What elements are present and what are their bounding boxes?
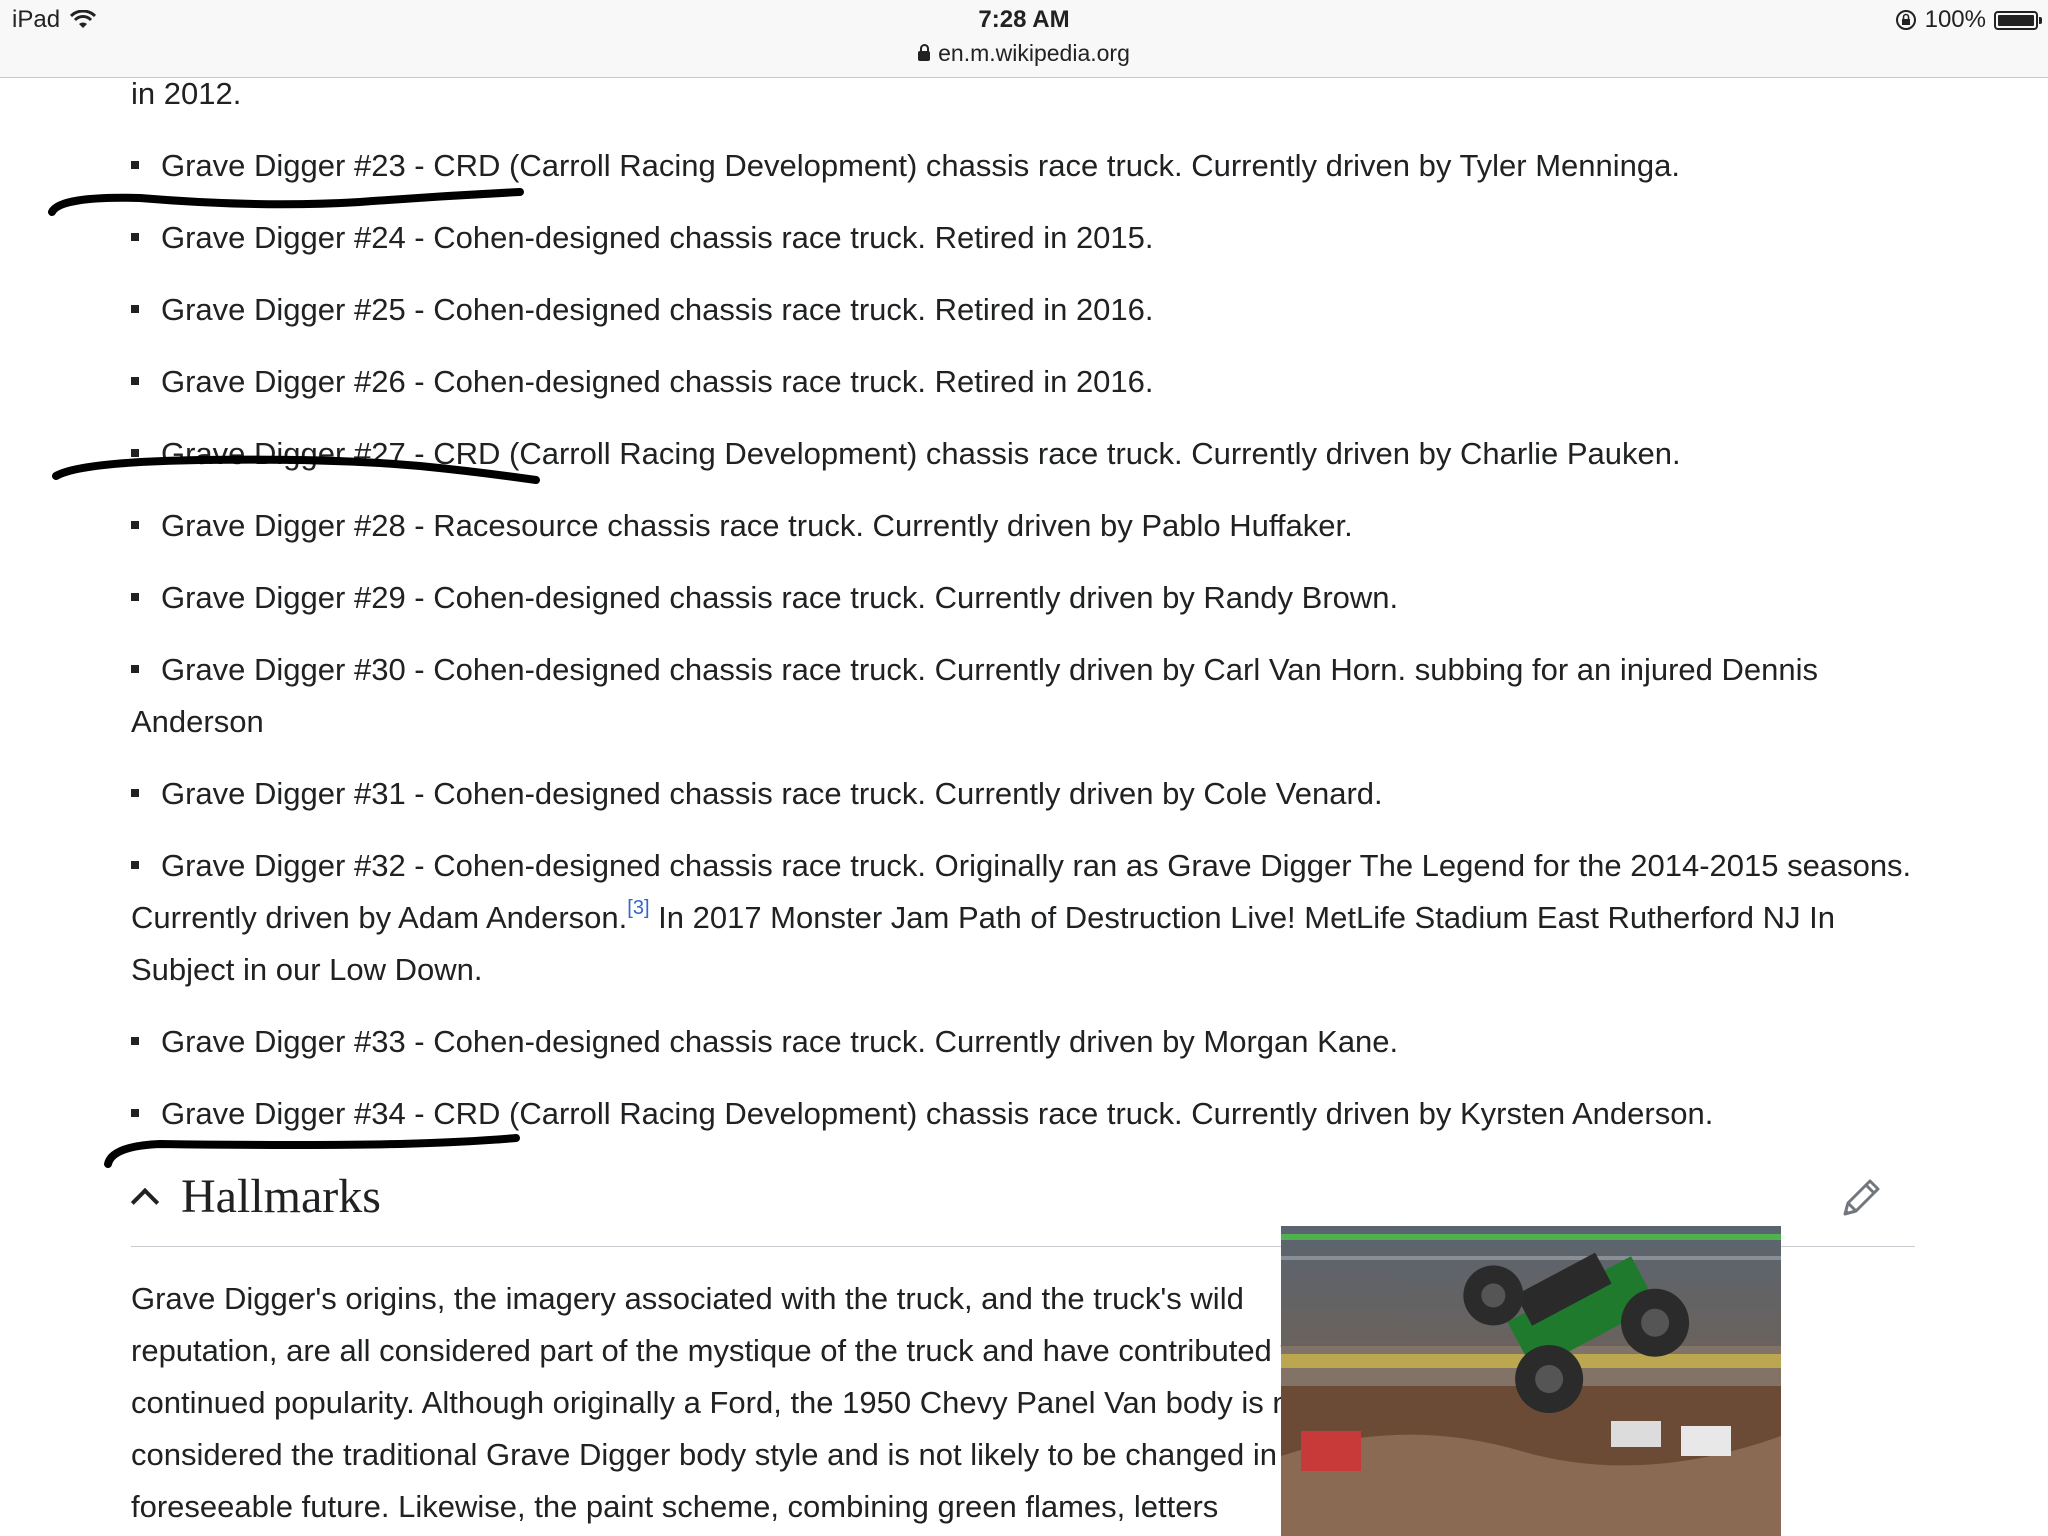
truck-list-continued: Grave Digger #33 - Cohen-designed chassi… [131, 1016, 1915, 1140]
bullet [131, 861, 139, 869]
bullet [131, 377, 139, 385]
citation-link[interactable]: [3] [627, 897, 649, 919]
truck-list: Grave Digger #23 - CRD (Carroll Racing D… [131, 140, 1915, 820]
monster-truck-image[interactable] [1281, 1226, 1781, 1536]
list-item-text: Grave Digger #23 - CRD (Carroll Racing D… [161, 148, 1680, 183]
list-item-text: Grave Digger #28 - Racesource chassis ra… [161, 508, 1353, 543]
list-item: Grave Digger #25 - Cohen-designed chassi… [131, 284, 1915, 336]
clock: 7:28 AM [978, 6, 1070, 33]
bullet [131, 161, 139, 169]
bullet [131, 665, 139, 673]
chevron-up-icon[interactable] [130, 1187, 160, 1217]
status-bar: iPad 7:28 AM en.m.wikipedia.org 100% [0, 0, 2048, 78]
bullet [131, 521, 139, 529]
rotation-lock-icon [1895, 10, 1916, 30]
list-item-text: Grave Digger #30 - Cohen-designed chassi… [131, 652, 1819, 739]
url-text: en.m.wikipedia.org [938, 40, 1130, 66]
bullet [131, 789, 139, 797]
list-item-text: Grave Digger #31 - Cohen-designed chassi… [161, 776, 1383, 811]
list-item: Grave Digger #29 - Cohen-designed chassi… [131, 572, 1915, 624]
bullet [131, 1109, 139, 1117]
status-right: 100% [1895, 6, 2042, 34]
bullet [131, 1037, 139, 1045]
list-item-text: Grave Digger #29 - Cohen-designed chassi… [161, 580, 1399, 615]
list-item-text: Grave Digger #27 - CRD (Carroll Racing D… [161, 436, 1681, 471]
bullet [131, 593, 139, 601]
battery-icon [1994, 10, 2042, 30]
bullet [131, 449, 139, 457]
list-item-text: Grave Digger #25 - Cohen-designed chassi… [161, 292, 1154, 327]
battery-percent: 100% [1924, 6, 1986, 33]
section-title: Hallmarks [181, 1169, 381, 1223]
list-item: Grave Digger #23 - CRD (Carroll Racing D… [131, 140, 1915, 192]
list-item: Grave Digger #27 - CRD (Carroll Racing D… [131, 428, 1915, 480]
pencil-icon[interactable] [1837, 1174, 1885, 1222]
list-item: Grave Digger #26 - Cohen-designed chassi… [131, 356, 1915, 408]
address-bar[interactable]: en.m.wikipedia.org [0, 40, 2048, 67]
previous-text: in 2012. [131, 76, 242, 111]
lock-icon [918, 44, 931, 61]
list-item-text: Grave Digger #26 - Cohen-designed chassi… [161, 364, 1154, 399]
list-item-text: Grave Digger #34 - CRD (Carroll Racing D… [161, 1096, 1714, 1131]
list-item: Grave Digger #24 - Cohen-designed chassi… [131, 212, 1915, 264]
list-item-text: Grave Digger #24 - Cohen-designed chassi… [161, 220, 1154, 255]
list-item: Grave Digger #32 - Cohen-designed chassi… [131, 840, 1915, 996]
list-item: Grave Digger #30 - Cohen-designed chassi… [131, 644, 1915, 748]
list-item: Grave Digger #31 - Cohen-designed chassi… [131, 768, 1915, 820]
bullet [131, 233, 139, 241]
section-paragraph: Grave Digger's origins, the imagery asso… [131, 1281, 1346, 1524]
list-item: Grave Digger #28 - Racesource chassis ra… [131, 500, 1915, 552]
list-item: Grave Digger #33 - Cohen-designed chassi… [131, 1016, 1915, 1068]
list-item: Grave Digger #34 - CRD (Carroll Racing D… [131, 1088, 1915, 1140]
bullet [131, 305, 139, 313]
citation[interactable]: [3] [627, 897, 649, 919]
list-item-text: Grave Digger #33 - Cohen-designed chassi… [161, 1024, 1399, 1059]
